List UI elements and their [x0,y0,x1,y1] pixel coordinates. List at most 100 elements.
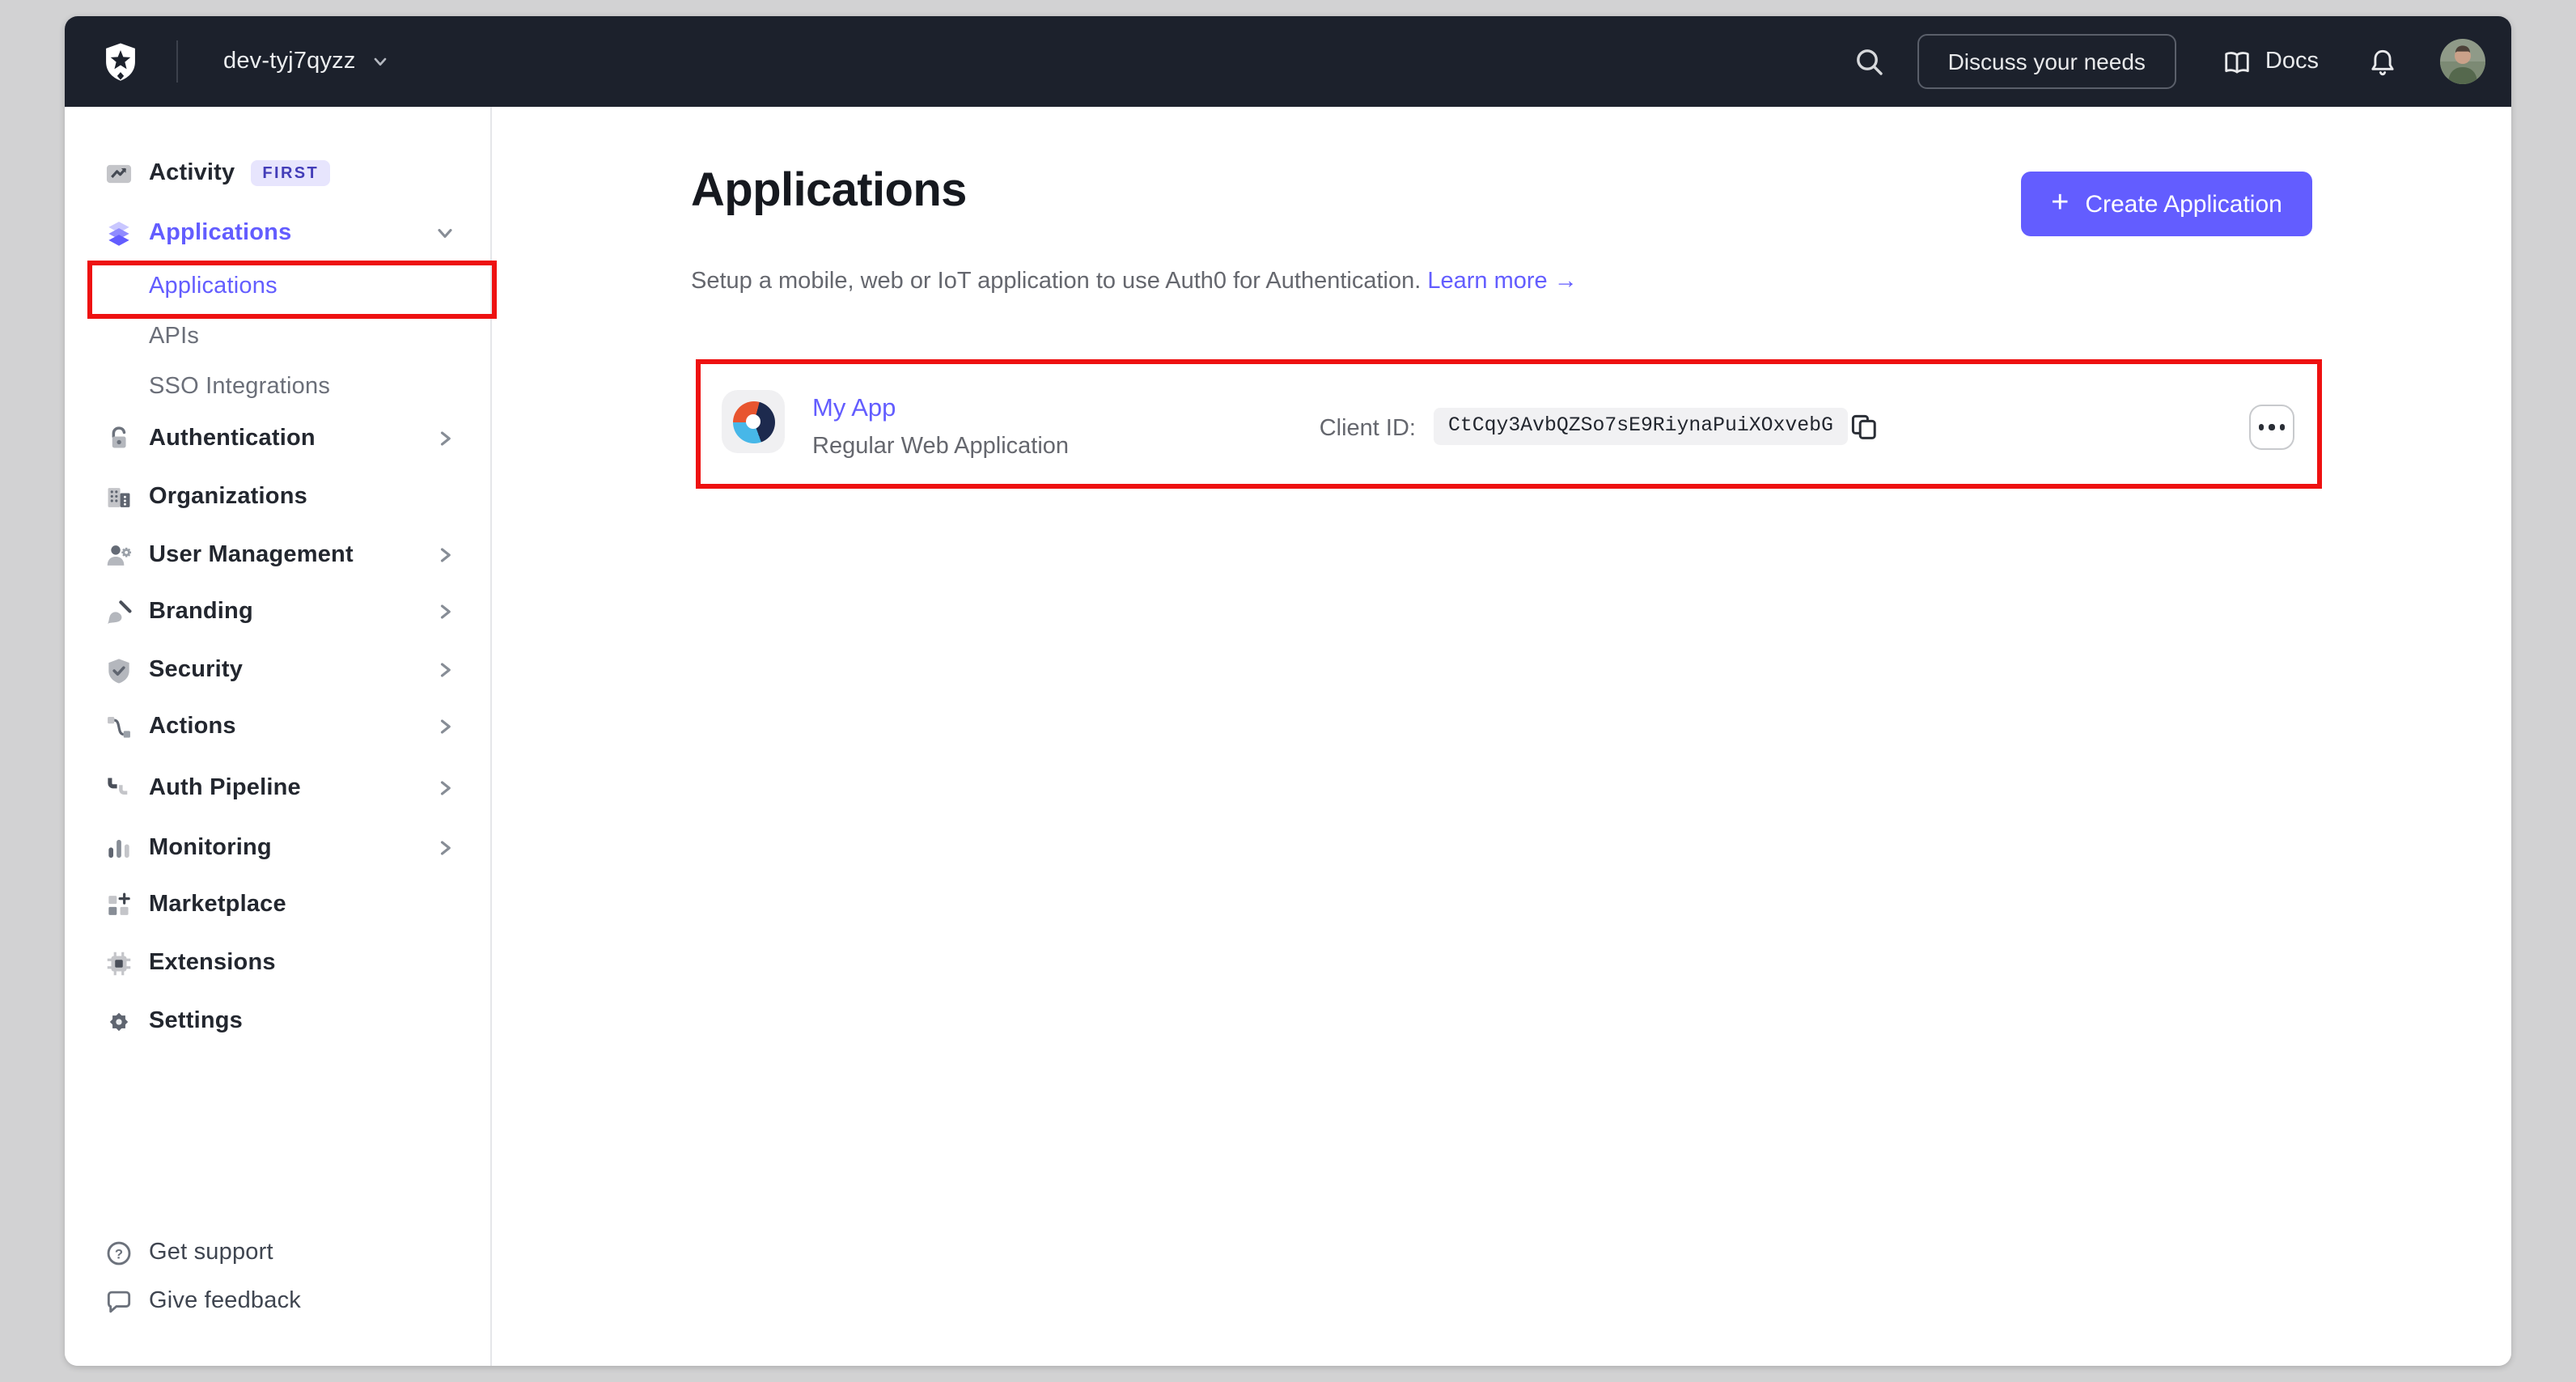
sidebar-item-user-management[interactable]: User Management [65,532,490,578]
sidebar-item-label: Authentication [149,426,316,451]
auth0-logo-icon[interactable] [100,40,141,83]
lock-icon [104,423,134,454]
shield-check-icon [104,655,134,685]
first-badge: FIRST [251,160,331,186]
chevron-right-icon [434,659,456,681]
svg-text:?: ? [115,1245,123,1261]
sidebar-item-label: Get support [149,1240,273,1265]
sidebar-item-branding[interactable]: Branding [65,589,490,634]
sidebar-item-security[interactable]: Security [65,647,490,693]
chevron-right-icon [434,777,456,799]
sidebar-subitem-apis[interactable]: APIs [65,314,490,359]
layers-icon [104,218,134,248]
sidebar-item-label: Marketplace [149,892,286,918]
topbar: dev-tyj7qyzz Discuss your needs Docs [65,16,2511,107]
dot [2279,424,2286,430]
speech-bubble-icon [104,1286,134,1316]
sidebar-item-settings[interactable]: Settings [65,998,490,1044]
sidebar-subitem-label: Applications [149,273,278,299]
activity-chart-icon [104,158,134,189]
topbar-right: Discuss your needs Docs [1853,34,2485,89]
notifications-button[interactable] [2367,46,2398,77]
discuss-your-needs-button[interactable]: Discuss your needs [1917,34,2176,89]
sidebar-item-extensions[interactable]: Extensions [65,940,490,986]
user-avatar[interactable] [2440,39,2485,84]
chevron-down-icon [374,57,386,66]
sidebar-subitem-label: APIs [149,324,200,350]
application-logo [722,390,785,453]
chip-icon [104,947,134,978]
tenant-name: dev-tyj7qyzz [223,49,356,74]
sidebar: Activity FIRST Applications Applications… [65,107,492,1366]
chevron-right-icon [434,544,456,566]
sidebar-subitem-sso-integrations[interactable]: SSO Integrations [65,364,490,409]
tenant-switcher[interactable]: dev-tyj7qyzz [223,49,390,74]
user-gear-icon [104,540,134,570]
sidebar-item-label: Branding [149,599,253,625]
pipeline-icon [104,773,134,803]
sidebar-item-label: Security [149,657,244,683]
donut-logo-icon [732,401,774,443]
dot [2258,424,2265,430]
sidebar-item-organizations[interactable]: Organizations [65,474,490,519]
sidebar-item-actions[interactable]: Actions [65,704,490,749]
application-menu-button[interactable] [2249,405,2294,450]
copy-icon [1851,414,1876,439]
search-button[interactable] [1853,45,1885,78]
paintbrush-icon [104,596,134,627]
search-icon [1856,49,1883,75]
shell: Activity FIRST Applications Applications… [65,107,2511,1366]
chevron-right-icon [434,715,456,738]
dot [2269,424,2275,430]
sidebar-item-activity[interactable]: Activity FIRST [65,150,490,196]
screenshot-stage: dev-tyj7qyzz Discuss your needs Docs Act… [0,0,2576,1382]
client-id-label: Client ID: [1319,416,1416,442]
sidebar-item-label: Organizations [149,484,307,510]
chevron-right-icon [434,837,456,859]
sidebar-item-label: Monitoring [149,835,272,861]
help-circle-icon: ? [104,1237,134,1268]
sidebar-item-label: Give feedback [149,1288,301,1314]
chevron-right-icon [434,427,456,450]
sidebar-item-label: Auth Pipeline [149,775,301,801]
sidebar-item-label: Actions [149,714,236,740]
flow-icon [104,711,134,742]
docs-link[interactable]: Docs [2222,46,2319,77]
sidebar-item-label: Settings [149,1008,243,1034]
page-title: Applications [691,165,967,217]
sidebar-item-get-support[interactable]: ? Get support [65,1230,490,1275]
building-icon [104,481,134,512]
client-id-value: CtCqy3AvbQZSo7sE9RiynaPuiXOxvebG [1434,408,1848,445]
chevron-down-icon [434,222,456,244]
learn-more-link[interactable]: Learn more → [1427,269,1577,295]
sidebar-subitem-applications[interactable]: Applications [65,264,490,309]
page-subtitle: Setup a mobile, web or IoT application t… [691,269,1578,295]
subtitle-text: Setup a mobile, web or IoT application t… [691,269,1421,295]
sidebar-item-monitoring[interactable]: Monitoring [65,825,490,871]
copy-client-id-button[interactable] [1848,411,1880,443]
grid-plus-icon [104,889,134,920]
sidebar-item-marketplace[interactable]: Marketplace [65,882,490,927]
chevron-right-icon [434,600,456,623]
book-icon [2225,51,2249,73]
sidebar-item-label: Applications [149,220,292,246]
sidebar-item-authentication[interactable]: Authentication [65,416,490,461]
create-application-button[interactable]: + Create Application [2021,172,2312,236]
bell-icon [2371,49,2394,75]
gear-icon [104,1006,134,1036]
topbar-divider [176,40,178,83]
app-window: dev-tyj7qyzz Discuss your needs Docs Act… [65,16,2511,1366]
sidebar-item-applications[interactable]: Applications [65,210,490,256]
docs-label: Docs [2265,49,2319,74]
sidebar-item-give-feedback[interactable]: Give feedback [65,1278,490,1324]
sidebar-subitem-label: SSO Integrations [149,374,331,400]
plus-icon: + [2051,185,2070,219]
sidebar-item-auth-pipeline[interactable]: Auth Pipeline [65,765,490,811]
sidebar-item-label: User Management [149,542,354,568]
create-application-label: Create Application [2085,190,2282,218]
sidebar-item-label: Extensions [149,950,276,976]
bar-chart-icon [104,833,134,863]
application-type: Regular Web Application [812,434,1070,460]
application-name-link[interactable]: My App [812,395,896,424]
avatar-photo [2440,39,2485,84]
